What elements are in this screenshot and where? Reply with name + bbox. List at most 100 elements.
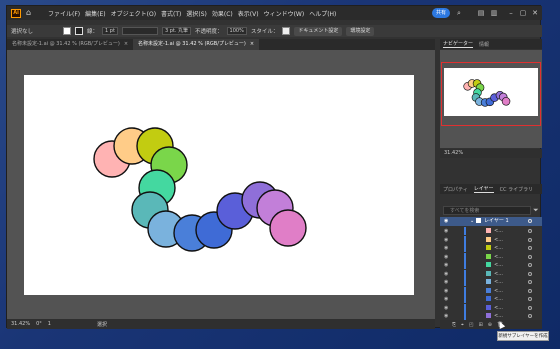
target-icon[interactable] — [528, 237, 532, 242]
close-icon[interactable]: ✕ — [531, 9, 539, 17]
preferences-button[interactable]: 環境設定 — [346, 26, 375, 36]
visibility-eye-icon[interactable]: ◉ — [444, 218, 448, 224]
search-icon[interactable]: ⌕ — [455, 9, 463, 17]
tab-info[interactable]: 情報 — [479, 41, 489, 48]
layer-row-top[interactable]: ◉ ⌄ レイヤー 1 — [440, 217, 542, 226]
stroke-weight-field[interactable]: 1 pt — [102, 27, 118, 35]
layer-search-input[interactable]: すべてを検索 — [443, 206, 531, 215]
stroke-swatch[interactable] — [75, 27, 84, 35]
clipping-mask-icon[interactable]: ◰ — [469, 322, 474, 328]
item-name[interactable]: <... — [494, 236, 503, 244]
visibility-eye-icon[interactable]: ◉ — [444, 279, 448, 285]
visibility-eye-icon[interactable]: ◉ — [444, 271, 448, 277]
menu-window[interactable]: ウィンドウ(W) — [264, 9, 305, 18]
menu-effect[interactable]: 効果(C) — [212, 9, 233, 18]
zoom-field[interactable]: 31.42% — [11, 321, 30, 327]
visibility-eye-icon[interactable]: ◉ — [444, 288, 448, 294]
new-sublayer-icon[interactable]: ⊞ — [479, 322, 483, 328]
circle-13[interactable] — [269, 209, 307, 247]
locate-object-icon[interactable]: ⌖ — [461, 322, 464, 328]
target-icon[interactable] — [528, 246, 532, 250]
expand-chevron-icon[interactable]: ⌄ — [470, 218, 474, 224]
menu-edit[interactable]: 編集(E) — [85, 9, 105, 18]
caterpillar-artwork[interactable] — [24, 75, 414, 295]
navigator-view-box[interactable] — [441, 62, 541, 126]
minimize-icon[interactable]: – — [507, 9, 515, 17]
fill-swatch[interactable] — [63, 27, 72, 35]
layer-item-row[interactable]: ◉ <... — [440, 278, 542, 286]
document-tab-active[interactable]: 名称未設定-1.ai @ 31.42 % (RGB/プレビュー) × — [133, 39, 260, 50]
menu-file[interactable]: ファイル(F) — [48, 9, 80, 18]
tab-cc-libraries[interactable]: CC ライブラリ — [500, 186, 534, 193]
export-icon[interactable]: ⎘ — [452, 322, 456, 328]
tab-properties[interactable]: プロパティ — [443, 186, 468, 193]
document-setup-button[interactable]: ドキュメント設定 — [294, 26, 343, 36]
visibility-eye-icon[interactable]: ◉ — [444, 262, 448, 268]
opacity-field[interactable]: 100% — [226, 27, 247, 35]
layer-item-row[interactable]: ◉ <... — [440, 286, 542, 295]
target-icon[interactable] — [528, 263, 532, 267]
visibility-eye-icon[interactable]: ◉ — [444, 313, 448, 319]
share-button[interactable]: 共有 — [432, 8, 450, 18]
item-name[interactable]: <... — [494, 261, 503, 269]
artboard-navigator[interactable]: 1 — [48, 321, 51, 327]
brush-dropdown[interactable]: 3 pt. 丸筆 — [161, 27, 192, 35]
layer-item-row[interactable]: ◉ <... — [440, 303, 542, 312]
layer-item-row[interactable]: ◉ <... — [440, 227, 542, 235]
visibility-eye-icon[interactable]: ◉ — [444, 228, 448, 234]
visibility-eye-icon[interactable]: ◉ — [444, 296, 448, 302]
target-icon[interactable] — [528, 219, 532, 223]
tab-close-icon[interactable]: × — [250, 39, 254, 50]
filter-icon[interactable]: ⏷ — [533, 206, 539, 215]
tab-close-icon[interactable]: × — [124, 39, 128, 50]
menu-help[interactable]: ヘルプ(H) — [309, 9, 336, 18]
tab-layers[interactable]: レイヤー — [473, 185, 494, 193]
maximize-icon[interactable]: ▢ — [519, 9, 527, 17]
visibility-eye-icon[interactable]: ◉ — [444, 254, 448, 260]
item-name[interactable]: <... — [494, 304, 503, 312]
menu-select[interactable]: 選択(S) — [186, 9, 207, 18]
artboard[interactable] — [24, 75, 414, 295]
visibility-eye-icon[interactable]: ◉ — [444, 245, 448, 251]
tab-navigator[interactable]: ナビゲーター — [443, 40, 474, 48]
rotation-field[interactable]: 0° — [36, 321, 42, 327]
item-name[interactable]: <... — [494, 253, 503, 261]
layer-item-row[interactable]: ◉ <... — [440, 295, 542, 303]
layer-item-row[interactable]: ◉ <... — [440, 312, 542, 320]
item-name[interactable]: <... — [494, 244, 503, 252]
workspace-icon[interactable]: ▥ — [490, 9, 498, 17]
target-icon[interactable] — [528, 271, 532, 276]
target-icon[interactable] — [528, 288, 532, 293]
navigator-preview[interactable] — [440, 50, 542, 148]
layer-item-row[interactable]: ◉ <... — [440, 252, 542, 261]
item-name[interactable]: <... — [494, 295, 503, 303]
menu-view[interactable]: 表示(V) — [238, 9, 259, 18]
target-icon[interactable] — [528, 305, 532, 310]
target-icon[interactable] — [528, 280, 532, 284]
target-icon[interactable] — [528, 314, 532, 318]
layer-item-row[interactable]: ◉ <... — [440, 244, 542, 252]
item-name[interactable]: <... — [494, 227, 503, 235]
item-name[interactable]: <... — [494, 278, 503, 286]
layer-name[interactable]: レイヤー 1 — [484, 217, 509, 226]
layer-item-row[interactable]: ◉ <... — [440, 235, 542, 244]
document-tab[interactable]: 名称未設定-1.ai @ 31.42 % (RGB/プレビュー) × — [7, 39, 133, 50]
target-icon[interactable] — [528, 229, 532, 233]
navigator-zoom[interactable]: 31.42% — [440, 149, 542, 158]
visibility-eye-icon[interactable]: ◉ — [444, 305, 448, 311]
target-icon[interactable] — [528, 297, 532, 301]
target-icon[interactable] — [528, 254, 532, 259]
menu-object[interactable]: オブジェクト(O) — [111, 9, 156, 18]
item-name[interactable]: <... — [494, 287, 503, 295]
canvas-area[interactable] — [7, 50, 435, 319]
visibility-eye-icon[interactable]: ◉ — [444, 237, 448, 243]
arrange-documents-icon[interactable]: ▤ — [477, 9, 485, 17]
item-name[interactable]: <... — [494, 270, 503, 278]
variable-width-dropdown[interactable] — [121, 27, 158, 35]
layer-item-row[interactable]: ◉ <... — [440, 261, 542, 269]
new-layer-icon[interactable]: ⊕ — [488, 322, 492, 328]
style-swatch[interactable] — [282, 27, 291, 35]
home-icon[interactable]: ⌂ — [26, 8, 36, 18]
item-name[interactable]: <... — [494, 312, 503, 320]
layer-item-row[interactable]: ◉ <... — [440, 269, 542, 278]
